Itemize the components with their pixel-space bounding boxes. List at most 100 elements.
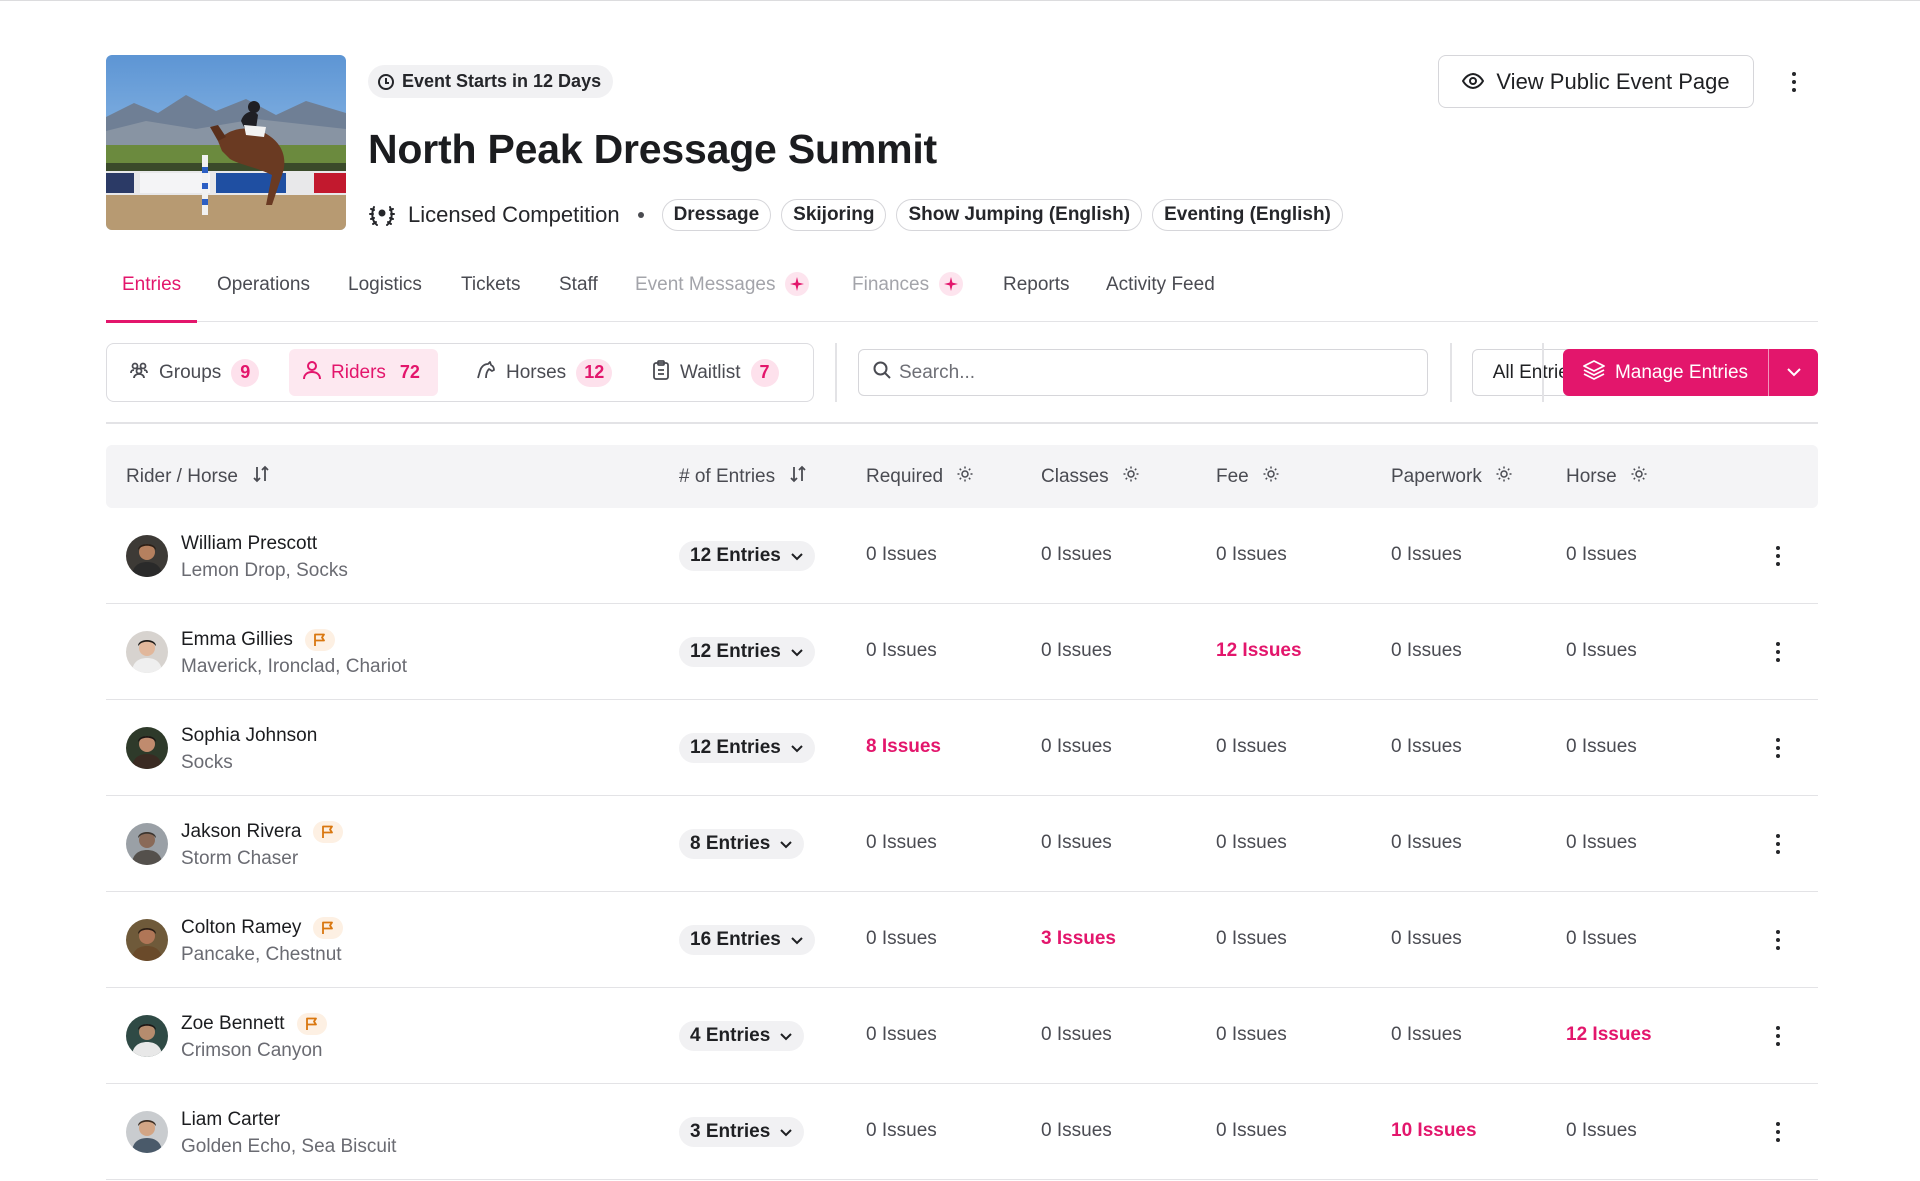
- classes-issues[interactable]: 0 Issues: [1041, 832, 1112, 854]
- manage-entries-dropdown[interactable]: [1769, 349, 1818, 396]
- rider-name[interactable]: Liam Carter: [181, 1109, 280, 1131]
- discipline-chip: Skijoring: [781, 199, 887, 231]
- segment-riders[interactable]: Riders 72: [289, 349, 438, 396]
- flag-icon[interactable]: [313, 917, 344, 939]
- horse-issues[interactable]: 0 Issues: [1566, 1120, 1637, 1142]
- tab-logistics[interactable]: Logistics: [348, 274, 422, 322]
- segment-waitlist[interactable]: Waitlist 7: [638, 349, 793, 396]
- classes-issues[interactable]: 3 Issues: [1041, 928, 1116, 950]
- table-row[interactable]: Jakson Rivera Storm Chaser 8 Entries 0 I…: [106, 796, 1818, 892]
- horse-issues[interactable]: 12 Issues: [1566, 1024, 1652, 1046]
- required-issues[interactable]: 0 Issues: [866, 1120, 937, 1142]
- entries-count-dropdown[interactable]: 12 Entries: [679, 733, 815, 763]
- table-row[interactable]: Zoe Bennett Crimson Canyon 4 Entries 0 I…: [106, 988, 1818, 1084]
- horse-issues[interactable]: 0 Issues: [1566, 544, 1637, 566]
- rider-name[interactable]: Colton Ramey: [181, 917, 301, 939]
- sort-icon[interactable]: [252, 465, 270, 489]
- row-more-options-icon[interactable]: [1762, 1020, 1794, 1052]
- table-row[interactable]: Emma Gillies Maverick, Ironclad, Chariot…: [106, 604, 1818, 700]
- fee-issues[interactable]: 0 Issues: [1216, 1024, 1287, 1046]
- rider-name[interactable]: Zoe Bennett: [181, 1013, 285, 1035]
- horse-issues[interactable]: 0 Issues: [1566, 832, 1637, 854]
- tab-reports[interactable]: Reports: [1003, 274, 1070, 322]
- table-row[interactable]: Liam Carter Golden Echo, Sea Biscuit 3 E…: [106, 1084, 1818, 1180]
- tab-entries[interactable]: Entries: [105, 274, 198, 323]
- table-row[interactable]: Sophia Johnson Socks 12 Entries 8 Issues…: [106, 700, 1818, 796]
- discipline-chip: Show Jumping (English): [896, 199, 1143, 231]
- tab-staff[interactable]: Staff: [559, 274, 598, 322]
- rider-name-line: William Prescott: [181, 533, 317, 555]
- table-row[interactable]: William Prescott Lemon Drop, Socks 12 En…: [106, 508, 1818, 604]
- chevron-down-icon: [780, 1121, 792, 1143]
- horse-issues[interactable]: 0 Issues: [1566, 736, 1637, 758]
- tab-finances[interactable]: Finances: [852, 272, 964, 322]
- required-issues[interactable]: 0 Issues: [866, 928, 937, 950]
- segment-horses[interactable]: Horses 12: [462, 349, 626, 396]
- column-rider-horse[interactable]: Rider / Horse: [126, 445, 270, 508]
- rider-name-line: Liam Carter: [181, 1109, 280, 1131]
- classes-issues[interactable]: 0 Issues: [1041, 544, 1112, 566]
- paperwork-issues[interactable]: 0 Issues: [1391, 832, 1462, 854]
- search-input[interactable]: [899, 361, 1399, 384]
- row-more-options-icon[interactable]: [1762, 828, 1794, 860]
- entries-count-dropdown[interactable]: 3 Entries: [679, 1117, 805, 1147]
- fee-issues[interactable]: 0 Issues: [1216, 832, 1287, 854]
- rider-name[interactable]: Sophia Johnson: [181, 725, 317, 747]
- entries-count-dropdown[interactable]: 12 Entries: [679, 541, 815, 571]
- paperwork-issues[interactable]: 0 Issues: [1391, 736, 1462, 758]
- rider-icon: [303, 360, 321, 386]
- horse-names: Pancake, Chestnut: [181, 944, 342, 965]
- search-box[interactable]: [858, 349, 1428, 396]
- fee-issues[interactable]: 0 Issues: [1216, 736, 1287, 758]
- row-more-options-icon[interactable]: [1762, 924, 1794, 956]
- row-more-options-icon[interactable]: [1762, 1116, 1794, 1148]
- classes-issues[interactable]: 0 Issues: [1041, 640, 1112, 662]
- more-options-icon[interactable]: [1778, 66, 1810, 98]
- required-issues[interactable]: 0 Issues: [866, 544, 937, 566]
- horse-names: Socks: [181, 752, 233, 773]
- tab-operations[interactable]: Operations: [217, 274, 310, 322]
- horse-issues[interactable]: 0 Issues: [1566, 928, 1637, 950]
- row-more-options-icon[interactable]: [1762, 540, 1794, 572]
- paperwork-issues[interactable]: 0 Issues: [1391, 1024, 1462, 1046]
- classes-issues[interactable]: 0 Issues: [1041, 1024, 1112, 1046]
- rider-name[interactable]: Jakson Rivera: [181, 821, 301, 843]
- entries-count-dropdown[interactable]: 4 Entries: [679, 1021, 805, 1051]
- view-public-event-page-button[interactable]: View Public Event Page: [1438, 55, 1754, 108]
- entries-count-dropdown[interactable]: 12 Entries: [679, 637, 815, 667]
- flag-icon[interactable]: [296, 1013, 327, 1035]
- required-issues[interactable]: 0 Issues: [866, 832, 937, 854]
- rider-name[interactable]: Emma Gillies: [181, 629, 293, 651]
- tab-tickets[interactable]: Tickets: [461, 274, 520, 322]
- paperwork-issues[interactable]: 10 Issues: [1391, 1120, 1477, 1142]
- sort-icon[interactable]: [789, 465, 807, 489]
- tab-event-messages[interactable]: Event Messages: [635, 272, 810, 322]
- segment-groups[interactable]: Groups 9: [115, 349, 273, 396]
- tab-activity-feed[interactable]: Activity Feed: [1106, 274, 1215, 322]
- horse-names: Golden Echo, Sea Biscuit: [181, 1136, 397, 1157]
- classes-issues[interactable]: 0 Issues: [1041, 736, 1112, 758]
- required-issues[interactable]: 8 Issues: [866, 736, 941, 758]
- paperwork-issues[interactable]: 0 Issues: [1391, 928, 1462, 950]
- table-row[interactable]: Colton Ramey Pancake, Chestnut 16 Entrie…: [106, 892, 1818, 988]
- fee-issues[interactable]: 0 Issues: [1216, 544, 1287, 566]
- discipline-chip: Eventing (English): [1152, 199, 1343, 231]
- paperwork-issues[interactable]: 0 Issues: [1391, 544, 1462, 566]
- classes-issues[interactable]: 0 Issues: [1041, 1120, 1112, 1142]
- flag-icon[interactable]: [304, 629, 335, 651]
- fee-issues[interactable]: 0 Issues: [1216, 1120, 1287, 1142]
- fee-issues[interactable]: 12 Issues: [1216, 640, 1302, 662]
- fee-issues[interactable]: 0 Issues: [1216, 928, 1287, 950]
- rider-name[interactable]: William Prescott: [181, 533, 317, 555]
- flag-icon[interactable]: [313, 821, 344, 843]
- paperwork-issues[interactable]: 0 Issues: [1391, 640, 1462, 662]
- row-more-options-icon[interactable]: [1762, 636, 1794, 668]
- entries-count-dropdown[interactable]: 8 Entries: [679, 829, 805, 859]
- required-issues[interactable]: 0 Issues: [866, 1024, 937, 1046]
- entries-count-dropdown[interactable]: 16 Entries: [679, 925, 815, 955]
- required-issues[interactable]: 0 Issues: [866, 640, 937, 662]
- column-entries[interactable]: # of Entries: [679, 445, 807, 508]
- row-more-options-icon[interactable]: [1762, 732, 1794, 764]
- horse-issues[interactable]: 0 Issues: [1566, 640, 1637, 662]
- manage-entries-button[interactable]: Manage Entries: [1563, 349, 1769, 396]
